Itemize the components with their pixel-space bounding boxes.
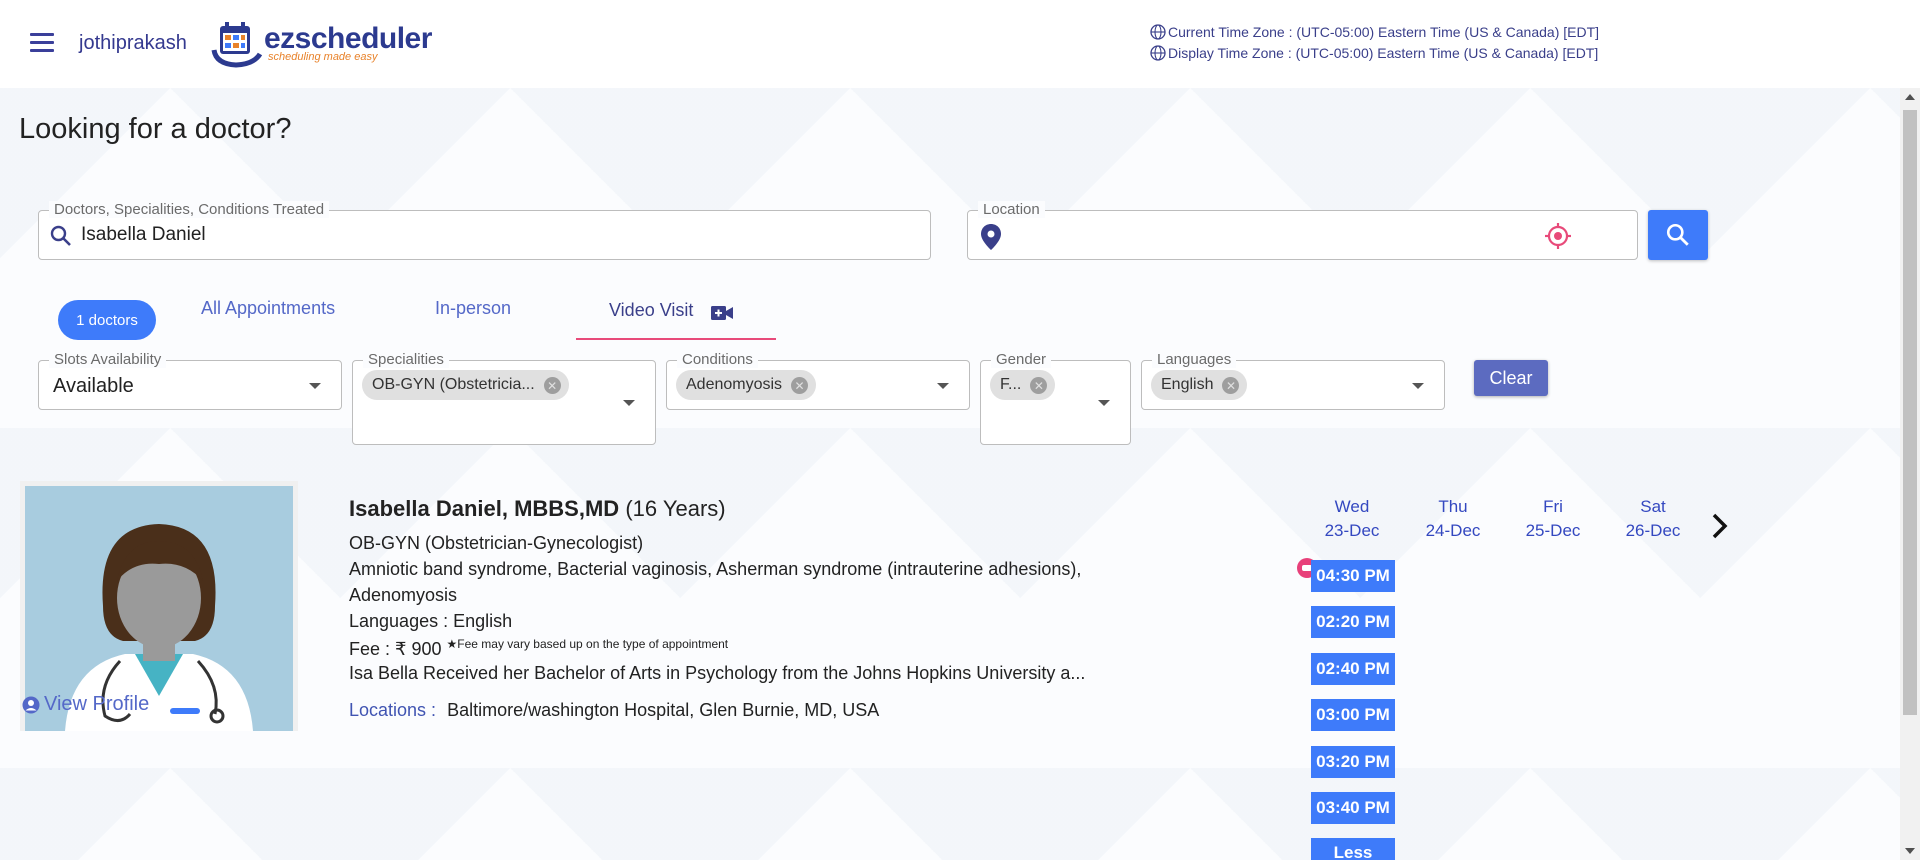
day-name: Wed [1334,497,1370,516]
doctor-name-line[interactable]: Isabella Daniel, MBBS,MD (16 Years) [349,496,726,522]
view-profile-link[interactable]: View Profile [22,693,149,716]
conditions-label: Conditions [677,351,758,368]
account-circle-icon [22,696,40,713]
close-circle-icon[interactable]: ✕ [1222,377,1240,394]
gps-target-icon[interactable] [1544,222,1572,250]
ezscheduler-logo[interactable]: ezscheduler scheduling made easy [208,20,432,68]
doctor-languages: Languages : English [349,611,513,631]
speciality-chip-label: OB-GYN (Obstetricia... [372,376,535,393]
day-name: Thu [1438,497,1468,516]
app-header: jothiprakash ezscheduler scheduling made… [0,0,1920,88]
gender-select[interactable]: Gender F... ✕ [980,351,1131,445]
language-chip[interactable]: English ✕ [1151,370,1248,400]
time-slot-button[interactable]: 02:40 PM [1311,653,1395,685]
video-camera-icon [711,306,733,320]
scroll-down-icon[interactable] [1905,848,1915,854]
scrollbar-thumb[interactable] [1903,110,1917,715]
location-field[interactable]: Location [967,201,1638,260]
close-circle-icon[interactable]: ✕ [791,377,809,394]
scroll-up-icon[interactable] [1905,94,1915,100]
doctor-count-pill[interactable]: 1 doctors [58,300,156,340]
day-date: 26-Dec [1625,521,1681,540]
dropdown-caret-icon[interactable] [1412,383,1424,389]
current-timezone: Current Time Zone : (UTC-05:00) Eastern … [1150,24,1599,40]
day-header-sat[interactable]: Sat 26-Dec [1613,495,1693,543]
globe-icon [1150,45,1166,61]
show-less-button[interactable]: Less [1311,838,1395,862]
current-timezone-text: Current Time Zone : (UTC-05:00) Eastern … [1168,24,1600,40]
dropdown-caret-icon[interactable] [937,383,949,389]
globe-icon [1150,24,1166,40]
doctor-fee: Fee : ₹ 900 [349,639,442,659]
location-label: Location [978,201,1045,218]
search-icon [50,225,71,246]
slots-value: Available [53,375,134,397]
language-chip-label: English [1161,376,1214,393]
locations-label: Locations : [349,700,437,720]
time-slot-button[interactable]: 04:30 PM [1311,560,1395,592]
doctor-speciality: OB-GYN (Obstetrician-Gynecologist) [349,533,644,553]
vertical-scrollbar[interactable] [1900,88,1920,860]
fee-note: ★Fee may vary based up on the type of ap… [446,637,729,651]
time-slot-button[interactable]: 03:00 PM [1311,699,1395,731]
doctor-search-field[interactable]: Doctors, Specialities, Conditions Treate… [38,201,931,260]
doctor-experience: (16 Years) [625,496,726,521]
search-icon [1666,223,1689,246]
doctor-bio: Isa Bella Received her Bachelor of Arts … [349,663,1086,683]
doctor-fee-line: Fee : ₹ 900 ★Fee may vary based up on th… [349,637,728,660]
slots-label: Slots Availability [49,351,167,368]
speciality-chip[interactable]: OB-GYN (Obstetricia... ✕ [362,370,569,400]
tab-video-visit[interactable]: Video Visit [576,298,776,340]
chevron-right-icon[interactable] [1710,512,1730,540]
display-timezone: Display Time Zone : (UTC-05:00) Eastern … [1150,45,1598,61]
close-circle-icon[interactable]: ✕ [543,377,561,394]
display-timezone-text: Display Time Zone : (UTC-05:00) Eastern … [1168,45,1599,61]
username: jothiprakash [79,32,187,54]
doctor-conditions-line1: Amniotic band syndrome, Bacterial vagino… [349,559,1082,579]
tab-video-visit-label: Video Visit [609,300,694,320]
doctor-locations: Locations : Baltimore/washington Hospita… [349,700,879,721]
day-date: 24-Dec [1425,521,1481,540]
view-profile-label: View Profile [44,693,150,715]
menu-icon[interactable] [30,33,54,53]
languages-select[interactable]: Languages English ✕ [1141,351,1445,410]
languages-label: Languages [1152,351,1237,368]
conditions-select[interactable]: Conditions Adenomyosis ✕ [666,351,970,410]
doctor-name[interactable]: Isabella Daniel, MBBS,MD [349,496,619,521]
locations-value: Baltimore/washington Hospital, Glen Burn… [447,700,880,720]
day-date: 23-Dec [1324,521,1380,540]
clear-filters-button[interactable]: Clear [1474,360,1548,396]
dropdown-caret-icon[interactable] [623,400,635,406]
day-name: Fri [1543,497,1563,516]
condition-chip[interactable]: Adenomyosis ✕ [676,370,817,400]
time-slot-button[interactable]: 03:40 PM [1311,792,1395,824]
gender-chip-label: F... [1000,376,1022,393]
time-slot-button[interactable]: 03:20 PM [1311,746,1395,778]
search-input[interactable]: Isabella Daniel [81,224,206,246]
day-name: Sat [1640,497,1666,516]
doctor-conditions-line2: Adenomyosis [349,585,458,605]
day-header-fri[interactable]: Fri 25-Dec [1513,495,1593,543]
dropdown-caret-icon[interactable] [309,383,321,389]
logo-tagline: scheduling made easy [268,51,378,63]
tab-all-appointments[interactable]: All Appointments [201,298,335,319]
search-label: Doctors, Specialities, Conditions Treate… [49,201,330,218]
specialities-label: Specialities [363,351,449,368]
day-header-thu[interactable]: Thu 24-Dec [1413,495,1493,543]
time-slot-button[interactable]: 02:20 PM [1311,606,1395,638]
tab-in-person[interactable]: In-person [435,298,511,319]
day-header-wed[interactable]: Wed 23-Dec [1312,495,1392,543]
search-button[interactable] [1648,210,1708,260]
map-pin-icon [981,224,1001,250]
page-title: Looking for a doctor? [19,113,292,145]
slots-availability-select[interactable]: Slots Availability Available [38,351,342,410]
dropdown-caret-icon[interactable] [1098,400,1110,406]
condition-chip-label: Adenomyosis [686,376,783,393]
day-date: 25-Dec [1525,521,1581,540]
calendar-logo-icon [211,22,263,68]
gender-label: Gender [991,351,1052,368]
specialities-select[interactable]: Specialities OB-GYN (Obstetricia... ✕ [352,351,656,445]
gender-chip[interactable]: F... ✕ [990,370,1056,400]
close-circle-icon[interactable]: ✕ [1030,377,1048,394]
